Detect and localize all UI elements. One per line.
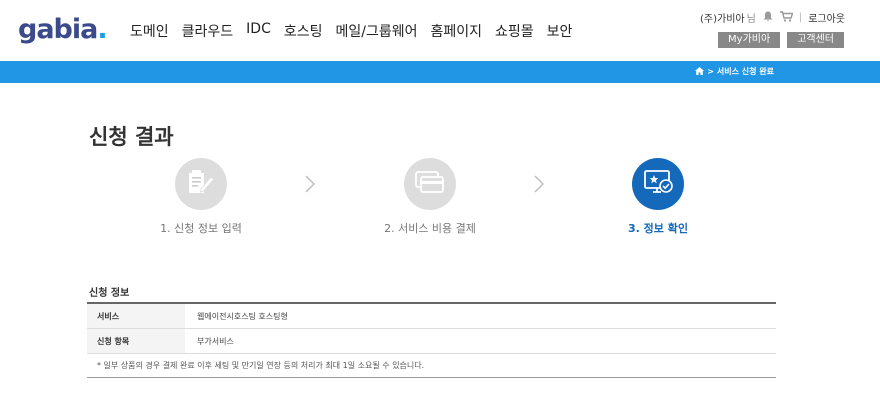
gabia-logo[interactable]: gabia.	[18, 14, 108, 45]
breadcrumb-separator: >	[707, 67, 714, 76]
main-nav: 도메인 클라우드 IDC 호스팅 메일/그룹웨어 홈페이지 쇼핑몰 보안	[130, 21, 585, 41]
step-3-label: 3. 정보 확인	[628, 222, 688, 235]
step-2-label: 2. 서비스 비용 결제	[384, 222, 476, 235]
row-label: 서비스	[87, 304, 185, 328]
step-3: 3. 정보 확인	[588, 158, 728, 236]
logout-link[interactable]: 로그아웃	[808, 10, 845, 25]
user-utility: (주)가비아 님 | 로그아웃	[700, 10, 845, 25]
table-row: 서비스 웹에이전시호스팅 호스팅형	[87, 304, 776, 329]
nav-cloud[interactable]: 클라우드	[182, 21, 234, 41]
user-suffix: 님	[746, 14, 756, 25]
home-icon[interactable]	[695, 66, 705, 77]
user-name: (주)가비아	[700, 14, 745, 25]
info-section-title: 신청 정보	[89, 288, 130, 299]
row-value: 웹에이전시호스팅 호스팅형	[197, 311, 288, 321]
step-3-circle	[632, 158, 684, 210]
nav-mail-groupware[interactable]: 메일/그룹웨어	[336, 21, 418, 41]
breadcrumb: > 서비스 신청 완료	[695, 66, 774, 77]
nav-shopping-mall[interactable]: 쇼핑몰	[495, 21, 534, 41]
cart-icon[interactable]	[779, 10, 794, 25]
nav-homepage[interactable]: 홈페이지	[431, 21, 483, 41]
row-label: 신청 항목	[87, 329, 185, 353]
quick-links: My가비아 고객센터	[718, 32, 844, 48]
chevron-right-icon	[304, 175, 316, 193]
step-1: 1. 신청 정보 입력	[131, 158, 271, 236]
nav-idc[interactable]: IDC	[246, 21, 271, 41]
breadcrumb-bar: > 서비스 신청 완료	[0, 61, 880, 83]
form-edit-icon	[186, 169, 216, 199]
step-1-label: 1. 신청 정보 입력	[160, 222, 242, 235]
monitor-check-icon	[642, 168, 674, 200]
logo-text: gabia	[18, 14, 98, 45]
step-2: 2. 서비스 비용 결제	[360, 158, 500, 236]
bell-icon[interactable]	[763, 11, 773, 25]
row-value: 부가서비스	[197, 336, 234, 346]
chevron-right-icon	[533, 175, 545, 193]
support-button[interactable]: 고객센터	[787, 32, 844, 48]
step-1-circle	[175, 158, 227, 210]
processing-note: * 일부 상품의 경우 결제 완료 이후 세팅 및 만기일 연장 등의 처리가 …	[87, 354, 776, 378]
info-table: 서비스 웹에이전시호스팅 호스팅형 신청 항목 부가서비스 * 일부 상품의 경…	[87, 302, 776, 378]
divider: |	[798, 12, 803, 23]
nav-hosting[interactable]: 호스팅	[284, 21, 323, 41]
nav-security[interactable]: 보안	[547, 21, 573, 41]
nav-domain[interactable]: 도메인	[130, 21, 169, 41]
logo-dot: .	[97, 14, 107, 45]
page-title: 신청 결과	[89, 125, 174, 149]
payment-card-icon	[414, 170, 446, 198]
progress-steps: 1. 신청 정보 입력 2. 서비스 비용 결제 3. 정보 확인	[0, 158, 880, 238]
step-2-circle	[404, 158, 456, 210]
breadcrumb-current: 서비스 신청 완료	[716, 67, 774, 76]
my-gabia-button[interactable]: My가비아	[718, 32, 781, 48]
site-header: gabia. 도메인 클라우드 IDC 호스팅 메일/그룹웨어 홈페이지 쇼핑몰…	[0, 0, 880, 61]
table-row: 신청 항목 부가서비스	[87, 329, 776, 354]
